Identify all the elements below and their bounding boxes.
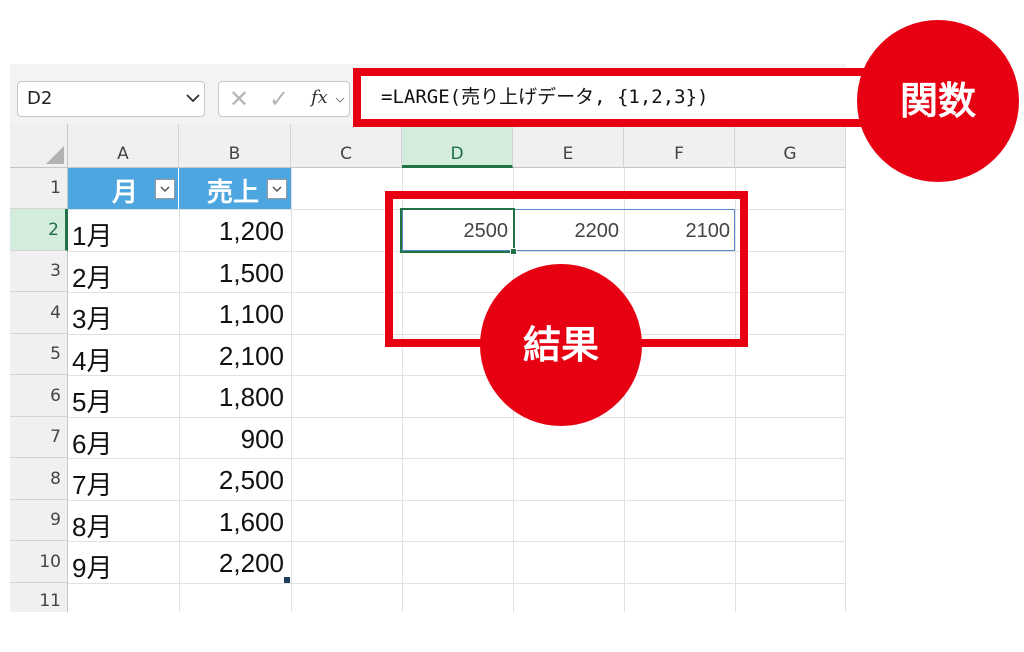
gridline (68, 583, 846, 584)
cell-month[interactable]: 1月 (72, 216, 112, 253)
cell-month[interactable]: 6月 (72, 424, 112, 461)
function-callout: 関数 (857, 20, 1019, 182)
cell-month[interactable]: 5月 (72, 382, 112, 419)
column-header-d[interactable]: D (402, 124, 513, 168)
cell-sales[interactable]: 2,200 (180, 548, 284, 579)
cell-month[interactable]: 7月 (72, 465, 112, 502)
cell-sales[interactable]: 1,100 (180, 299, 284, 330)
table-header-month-label: 月 (112, 178, 139, 208)
gridline (68, 417, 846, 418)
result-callout: 結果 (480, 264, 642, 426)
filter-chevron-icon (272, 186, 282, 193)
gridline (68, 541, 846, 542)
row-header-10[interactable]: 10 (10, 541, 68, 583)
table-resize-handle[interactable] (284, 577, 290, 583)
select-all-icon (46, 146, 64, 164)
gridline (291, 168, 292, 612)
table-header-month[interactable]: 月 (68, 168, 179, 209)
cell-sales[interactable]: 1,500 (180, 258, 284, 289)
cell-month[interactable]: 9月 (72, 548, 112, 585)
name-box-value: D2 (27, 88, 53, 109)
cell-sales[interactable]: 1,200 (180, 216, 284, 247)
column-header-a[interactable]: A (68, 124, 179, 168)
row-header-11[interactable]: 11 (10, 583, 68, 612)
function-highlight-box (353, 68, 871, 127)
column-header-f[interactable]: F (624, 124, 735, 168)
row-header-7[interactable]: 7 (10, 417, 68, 458)
filter-chevron-icon (160, 186, 170, 193)
row-header-8[interactable]: 8 (10, 458, 68, 500)
select-all-corner[interactable] (10, 124, 68, 168)
filter-dropdown-button[interactable] (267, 179, 287, 199)
row-header-4[interactable]: 4 (10, 292, 68, 334)
row-header-1[interactable]: 1 (10, 168, 68, 209)
cell-month[interactable]: 4月 (72, 341, 112, 378)
insert-function-icon[interactable]: fx (311, 87, 328, 108)
cell-month[interactable]: 3月 (72, 299, 112, 336)
table-header-sales[interactable]: 売上 (179, 168, 291, 209)
enter-icon[interactable]: ✓ (269, 85, 289, 113)
column-header-g[interactable]: G (735, 124, 846, 168)
cell-sales[interactable]: 2,500 (180, 465, 284, 496)
gridline (845, 168, 846, 612)
row-header-5[interactable]: 5 (10, 334, 68, 375)
cell-sales[interactable]: 1,600 (180, 507, 284, 538)
row-header-6[interactable]: 6 (10, 375, 68, 417)
formula-controls: ✕ ✓ fx (218, 81, 350, 117)
column-header-b[interactable]: B (179, 124, 291, 168)
row-header-9[interactable]: 9 (10, 500, 68, 541)
gridline (68, 500, 846, 501)
filter-dropdown-button[interactable] (155, 179, 175, 199)
cell-sales[interactable]: 900 (180, 424, 284, 455)
cell-month[interactable]: 2月 (72, 258, 112, 295)
cell-sales[interactable]: 2,100 (180, 341, 284, 372)
gridline (68, 458, 846, 459)
cell-month[interactable]: 8月 (72, 507, 112, 544)
column-header-e[interactable]: E (513, 124, 624, 168)
gridline (68, 375, 846, 376)
cell-sales[interactable]: 1,800 (180, 382, 284, 413)
chevron-down-icon[interactable] (185, 90, 201, 106)
table-header-sales-label: 売上 (207, 178, 260, 208)
row-header-3[interactable]: 3 (10, 251, 68, 292)
expand-chevron-icon[interactable] (335, 95, 345, 105)
column-header-c[interactable]: C (291, 124, 402, 168)
cancel-icon[interactable]: ✕ (229, 85, 249, 113)
row-header-2[interactable]: 2 (10, 209, 68, 251)
